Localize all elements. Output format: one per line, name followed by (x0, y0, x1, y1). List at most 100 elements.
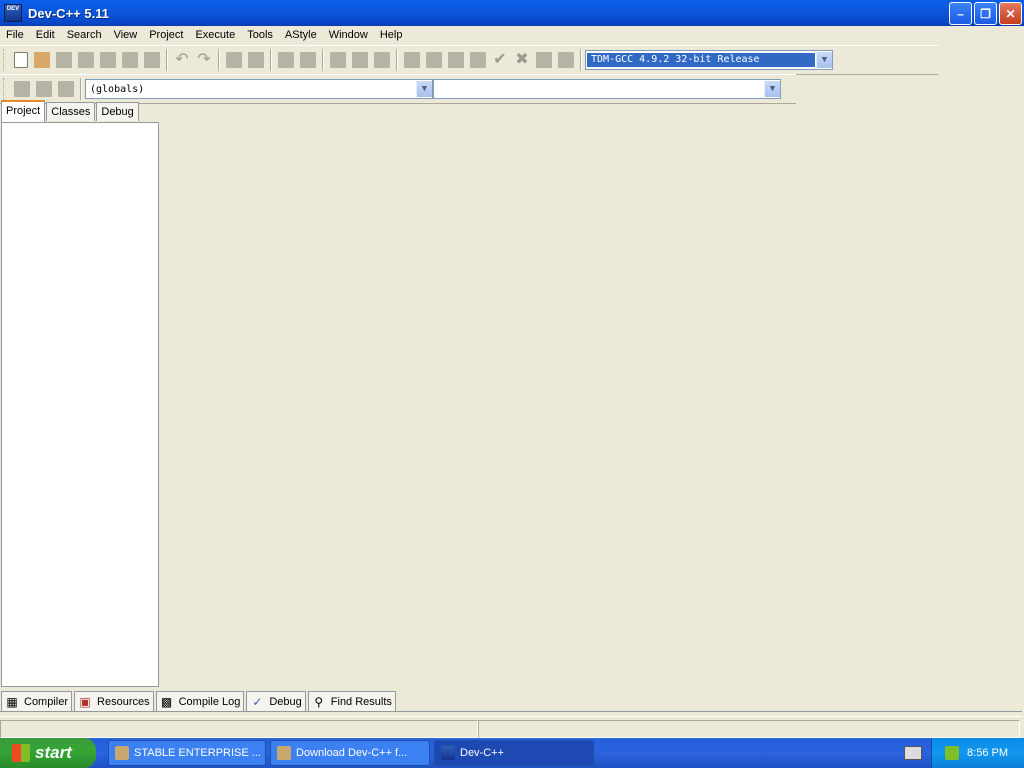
open-file-icon[interactable] (34, 52, 50, 68)
tab-compiler[interactable]: ▦ Compiler (1, 691, 73, 712)
scope-select[interactable]: (globals) ▼ (85, 79, 433, 99)
program-icon (277, 746, 291, 760)
tab-compile-log-label: Compile Log (178, 695, 241, 708)
goto-declaration-icon[interactable] (58, 81, 74, 97)
bar-chart-icon: ▩ (160, 694, 173, 709)
toolbar-grip[interactable] (3, 78, 8, 100)
network-icon[interactable] (945, 746, 960, 760)
class-toolbar: (globals) ▼ ▼ (0, 74, 796, 104)
close-button[interactable]: ✕ (999, 2, 1022, 25)
insert-icon[interactable] (14, 81, 30, 97)
save-icon[interactable] (56, 52, 72, 68)
menu-edit[interactable]: Edit (30, 26, 61, 44)
tab-project[interactable]: Project (1, 100, 46, 122)
find-icon[interactable] (226, 52, 242, 68)
taskbar-item[interactable]: STABLE ENTERPRISE ... (108, 740, 266, 766)
restore-icon: ❐ (980, 6, 991, 21)
start-button[interactable]: start (0, 738, 96, 768)
tab-debug-output[interactable]: ✓ Debug (246, 691, 306, 712)
menu-window[interactable]: Window (323, 26, 374, 44)
chevron-down-icon[interactable]: ▼ (764, 81, 780, 97)
taskbar-item[interactable]: Download Dev-C++ f... (270, 740, 430, 766)
profile-icon[interactable] (558, 52, 574, 68)
minimize-icon: – (957, 6, 964, 21)
taskbar: start STABLE ENTERPRISE ... Download Dev… (0, 738, 1024, 768)
status-pane-position (0, 720, 478, 738)
replace-icon[interactable] (248, 52, 264, 68)
menu-file[interactable]: File (0, 26, 30, 44)
toolbar-separator (270, 49, 272, 71)
tab-classes[interactable]: Classes (46, 102, 96, 121)
chevron-down-icon[interactable]: ▼ (816, 52, 832, 68)
syntax-check-icon[interactable]: ✔ (492, 52, 508, 68)
toolbar-separator (80, 78, 82, 100)
taskbar-item-label: STABLE ENTERPRISE ... (134, 747, 261, 759)
tab-compiler-label: Compiler (24, 695, 69, 708)
menu-help[interactable]: Help (374, 26, 409, 44)
tab-compile-log[interactable]: ▩ Compile Log (155, 691, 245, 712)
save-all-icon[interactable] (78, 52, 94, 68)
devcpp-app-icon[interactable]: DEV (4, 4, 22, 22)
resources-icon: ▣ (79, 694, 91, 709)
toolbar-separator (166, 49, 168, 71)
goto-line-icon[interactable] (278, 52, 294, 68)
toggle-comment-icon[interactable] (374, 52, 390, 68)
tab-resources[interactable]: ▣ Resources (74, 691, 154, 712)
unindent-icon[interactable] (330, 52, 346, 68)
indent-icon[interactable] (352, 52, 368, 68)
status-pane-info (478, 720, 1020, 738)
menu-project[interactable]: Project (143, 26, 189, 44)
close-all-icon[interactable] (122, 52, 138, 68)
menu-execute[interactable]: Execute (189, 26, 241, 44)
check-icon: ✓ (252, 694, 263, 709)
tab-find-results[interactable]: ⚲ Find Results (307, 691, 396, 712)
menu-bar: File Edit Search View Project Execute To… (0, 26, 1024, 44)
window-controls: – ❐ ✕ (949, 2, 1022, 25)
tab-find-results-label: Find Results (330, 695, 392, 708)
compile-icon[interactable] (404, 52, 420, 68)
stop-execution-icon[interactable]: ✖ (514, 52, 530, 68)
project-browser-panel[interactable] (1, 122, 159, 687)
menu-astyle[interactable]: AStyle (279, 26, 323, 44)
clock[interactable]: 8:56 PM (967, 747, 1008, 759)
taskbar-item-label: Download Dev-C++ f... (296, 747, 408, 759)
compiler-select[interactable]: TDM-GCC 4.9.2 32-bit Release ▼ (585, 50, 833, 70)
new-file-icon[interactable] (14, 52, 28, 68)
redo-icon[interactable]: ↷ (196, 52, 212, 68)
print-icon[interactable] (144, 52, 160, 68)
keyboard-icon[interactable] (904, 746, 922, 760)
compiler-select-value: TDM-GCC 4.9.2 32-bit Release (587, 53, 815, 67)
run-icon[interactable] (426, 52, 442, 68)
rebuild-icon[interactable] (470, 52, 486, 68)
tab-debug[interactable]: Debug (96, 102, 139, 121)
toolbar-separator (322, 49, 324, 71)
menu-tools[interactable]: Tools (241, 26, 279, 44)
window-title: Dev-C++ 5.11 (28, 5, 109, 21)
program-icon (115, 746, 129, 760)
tab-resources-label: Resources (97, 695, 150, 708)
system-tray: 8:56 PM (931, 738, 1024, 768)
toggle-bookmark-icon[interactable] (36, 81, 52, 97)
start-label: start (35, 743, 72, 762)
toolbar-separator (218, 49, 220, 71)
compile-run-icon[interactable] (448, 52, 464, 68)
scope-select-value: (globals) (90, 83, 145, 95)
menu-search[interactable]: Search (61, 26, 108, 44)
grid-icon: ▦ (6, 694, 18, 709)
debug-icon[interactable] (536, 52, 552, 68)
goto-bookmark-icon[interactable] (300, 52, 316, 68)
minimize-button[interactable]: – (949, 2, 972, 25)
toolbar-grip[interactable] (3, 49, 8, 71)
taskbar-item-label: Dev-C++ (460, 747, 505, 759)
chevron-down-icon[interactable]: ▼ (416, 81, 432, 97)
devcpp-icon (441, 746, 455, 760)
status-bar (0, 720, 1024, 738)
close-file-icon[interactable] (100, 52, 116, 68)
member-select[interactable]: ▼ (433, 79, 781, 99)
bottom-panel-divider[interactable] (0, 711, 1022, 717)
close-icon: ✕ (1005, 6, 1016, 21)
restore-button[interactable]: ❐ (974, 2, 997, 25)
taskbar-item-active[interactable]: Dev-C++ (434, 740, 594, 766)
menu-view[interactable]: View (108, 26, 144, 44)
undo-icon[interactable]: ↶ (174, 52, 190, 68)
